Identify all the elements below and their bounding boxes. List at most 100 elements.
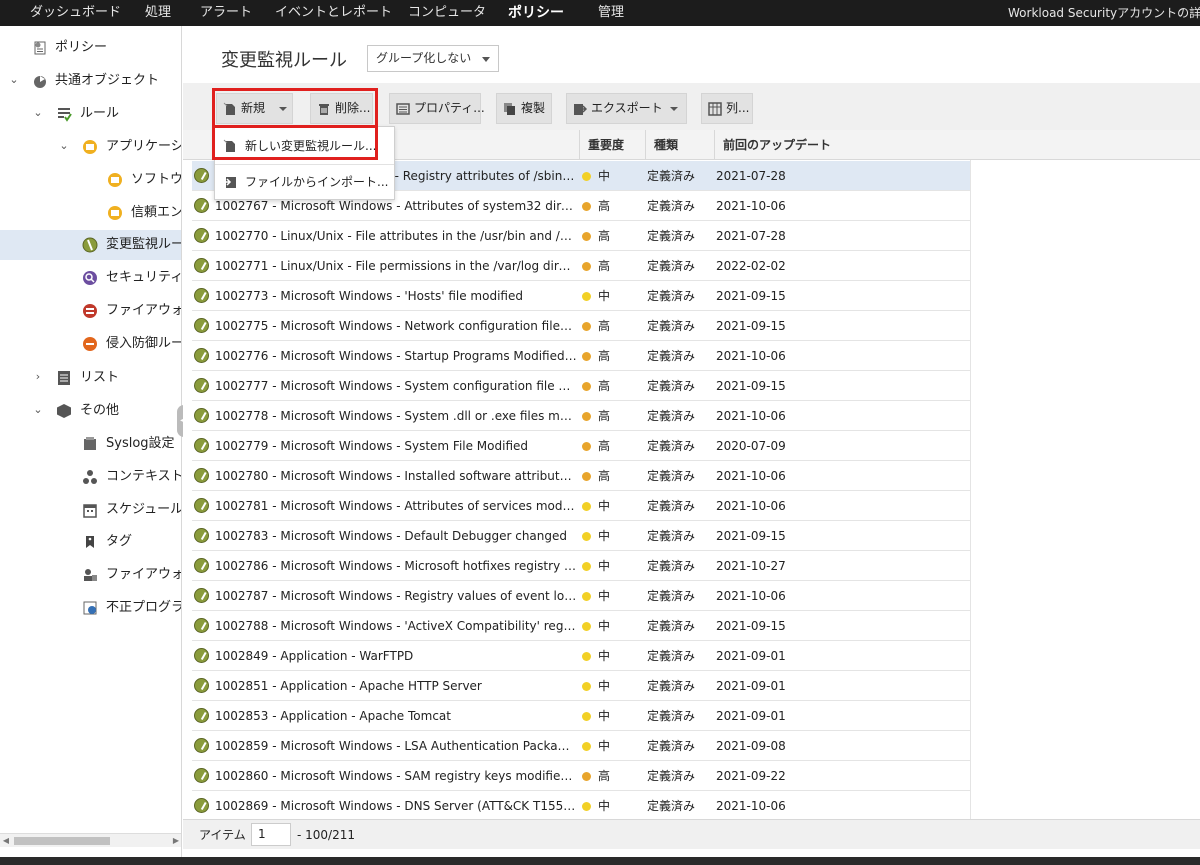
table-row[interactable]: 1002780 - Microsoft Windows - Installed … — [192, 461, 970, 491]
sidebar-item-integrity-monitoring-rules[interactable]: 変更監視ルー — [0, 230, 181, 260]
sidebar-item-firewall-rules[interactable]: ファイアウォー — [0, 296, 181, 326]
import-from-file-item[interactable]: ファイルからインポート... — [215, 165, 394, 199]
chevron-down-icon[interactable]: ⌄ — [58, 140, 70, 152]
export-icon — [574, 104, 587, 115]
rule-name: 1002851 - Application - Apache HTTP Serv… — [215, 679, 482, 693]
rule-updated: 2020-07-09 — [716, 439, 786, 453]
page-number-input[interactable]: 1 — [251, 823, 291, 846]
table-row[interactable]: 1002786 - Microsoft Windows - Microsoft … — [192, 551, 970, 581]
sidebar-item-trust-entities[interactable]: 信頼エンシ — [0, 198, 182, 228]
rule-type: 定義済み — [647, 559, 696, 573]
columns-button[interactable]: 列... — [701, 93, 753, 124]
severity-dot-icon — [582, 772, 591, 781]
sidebar-item-rules[interactable]: ⌄ ルール — [0, 99, 181, 129]
sidebar-item-label: 信頼エンシ — [131, 205, 182, 220]
tag-icon — [86, 536, 94, 548]
sidebar-item-policies[interactable]: ポリシー — [0, 33, 181, 63]
sidebar-item-intrusion-prevention[interactable]: 侵入防御ルー — [0, 329, 182, 359]
table-row[interactable]: 1002775 - Microsoft Windows - Network co… — [192, 311, 970, 341]
table-row[interactable]: 1002776 - Microsoft Windows - Startup Pr… — [192, 341, 970, 371]
firewall-icon — [83, 304, 97, 318]
scroll-left-icon[interactable]: ◀ — [0, 835, 12, 847]
table-row[interactable]: 1002773 - Microsoft Windows - 'Hosts' fi… — [192, 281, 970, 311]
nav-administration[interactable]: 管理 — [598, 0, 624, 26]
group-by-value: グループ化しない — [376, 51, 472, 65]
rule-type: 定義済み — [647, 529, 696, 543]
rule-severity: 中 — [598, 709, 611, 723]
table-row[interactable]: 1002779 - Microsoft Windows - System Fil… — [192, 431, 970, 461]
rule-name: 1002777 - Microsoft Windows - System con… — [215, 379, 577, 393]
sidebar-item-malware[interactable]: 不正プログラム — [0, 593, 181, 623]
table-row[interactable]: 1002771 - Linux/Unix - File permissions … — [192, 251, 970, 281]
sidebar-item-application-types[interactable]: ⌄ アプリケーショ — [0, 132, 181, 162]
group-by-select[interactable]: グループ化しない — [367, 45, 499, 72]
account-details-link[interactable]: Workload Securityアカウントの詳細 — [1008, 0, 1200, 26]
table-row[interactable]: 1002788 - Microsoft Windows - 'ActiveX C… — [192, 611, 970, 641]
table-row[interactable]: 1002777 - Microsoft Windows - System con… — [192, 371, 970, 401]
properties-button[interactable]: プロパティ... — [389, 93, 485, 124]
nav-policies[interactable]: ポリシー — [508, 0, 564, 26]
table-row[interactable]: 1002853 - Application - Apache Tomcat 中 定義… — [192, 701, 970, 731]
column-header-severity[interactable]: 重要度 — [579, 130, 645, 160]
rule-type: 定義済み — [647, 439, 696, 453]
integrity-rule-icon — [194, 348, 209, 363]
integrity-rule-icon — [194, 588, 209, 603]
chevron-down-icon[interactable]: ⌄ — [8, 74, 20, 86]
chevron-down-icon[interactable]: ⌄ — [32, 404, 44, 416]
export-button[interactable]: エクスポート — [566, 93, 687, 124]
nav-events-reports[interactable]: イベントとレポート — [275, 0, 392, 26]
table-row[interactable]: 1002859 - Microsoft Windows - LSA Authen… — [192, 731, 970, 761]
sidebar-item-label: 不正プログラム — [106, 600, 181, 615]
rule-name: 1002776 - Microsoft Windows - Startup Pr… — [215, 349, 577, 363]
sidebar-horizontal-scrollbar[interactable]: ◀ ▶ — [0, 833, 181, 847]
sidebar-item-common-objects[interactable]: ⌄ 共通オブジェクト — [0, 66, 181, 96]
sidebar-item-syslog[interactable]: Syslog設定 — [0, 429, 181, 459]
table-row[interactable]: 1002869 - Microsoft Windows - DNS Server… — [192, 791, 970, 821]
sidebar-item-label: Syslog設定 — [106, 436, 175, 451]
column-header-type[interactable]: 種類 — [645, 130, 714, 160]
scrollbar-thumb[interactable] — [14, 837, 110, 845]
table-row[interactable]: 1002849 - Application - WarFTPD 中 定義済み 2021… — [192, 641, 970, 671]
table-row[interactable]: 1002787 - Microsoft Windows - Registry v… — [192, 581, 970, 611]
column-header-updated[interactable]: 前回のアップデート — [714, 130, 970, 160]
integrity-rule-icon — [194, 798, 209, 813]
sidebar-item-software[interactable]: ソフトウェ — [0, 165, 181, 195]
sidebar-item-firewall-stateful[interactable]: ファイアウォー — [0, 560, 181, 590]
table-row[interactable]: 1002851 - Application - Apache HTTP Serv… — [192, 671, 970, 701]
severity-dot-icon — [582, 352, 591, 361]
rule-severity: 高 — [598, 379, 611, 393]
table-row[interactable]: 1002770 - Linux/Unix - File attributes i… — [192, 221, 970, 251]
nav-computers[interactable]: コンピュータ — [408, 0, 486, 26]
nav-dashboard[interactable]: ダッシュボード — [30, 0, 121, 26]
syslog-icon — [84, 437, 96, 450]
sidebar-item-contexts[interactable]: コンテキスト — [0, 462, 181, 492]
table-row[interactable]: 1002781 - Microsoft Windows - Attributes… — [192, 491, 970, 521]
sidebar-item-log-inspection[interactable]: セキュリティロ — [0, 263, 181, 293]
pagination-bar: アイテム 1 - 100/211 — [183, 819, 1200, 849]
rule-name: 1002781 - Microsoft Windows - Attributes… — [215, 499, 577, 513]
table-row[interactable]: 1002783 - Microsoft Windows - Default De… — [192, 521, 970, 551]
duplicate-button[interactable]: 複製 — [496, 93, 552, 124]
integrity-rule-icon — [194, 738, 209, 753]
sidebar-item-label: 侵入防御ルー — [106, 336, 182, 351]
sidebar-item-other[interactable]: ⌄ その他 — [0, 396, 181, 426]
rule-severity: 中 — [598, 739, 611, 753]
rule-name: 1002780 - Microsoft Windows - Installed … — [215, 469, 577, 483]
app-window: ダッシュボード 処理 アラート イベントとレポート コンピュータ ポリシー 管理… — [0, 0, 1200, 865]
sidebar-item-schedules[interactable]: スケジュール — [0, 495, 181, 525]
sidebar-item-lists[interactable]: › リスト — [0, 363, 181, 393]
table-row[interactable]: 1002778 - Microsoft Windows - System .dl… — [192, 401, 970, 431]
nav-actions[interactable]: 処理 — [145, 0, 171, 26]
chevron-right-icon[interactable]: › — [32, 371, 44, 383]
list-icon — [58, 371, 70, 385]
rule-name: 1002775 - Microsoft Windows - Network co… — [215, 319, 577, 333]
nav-alerts[interactable]: アラート — [200, 0, 252, 26]
sidebar-item-label: 共通オブジェクト — [55, 73, 160, 88]
rule-severity: 高 — [598, 319, 611, 333]
chevron-down-icon[interactable]: ⌄ — [32, 107, 44, 119]
sidebar-item-label: ルール — [80, 106, 120, 121]
table-row[interactable]: 1002860 - Microsoft Windows - SAM regist… — [192, 761, 970, 791]
scroll-right-icon[interactable]: ▶ — [170, 835, 181, 847]
integrity-rule-icon — [194, 498, 209, 513]
sidebar-item-tags[interactable]: タグ — [0, 527, 181, 557]
